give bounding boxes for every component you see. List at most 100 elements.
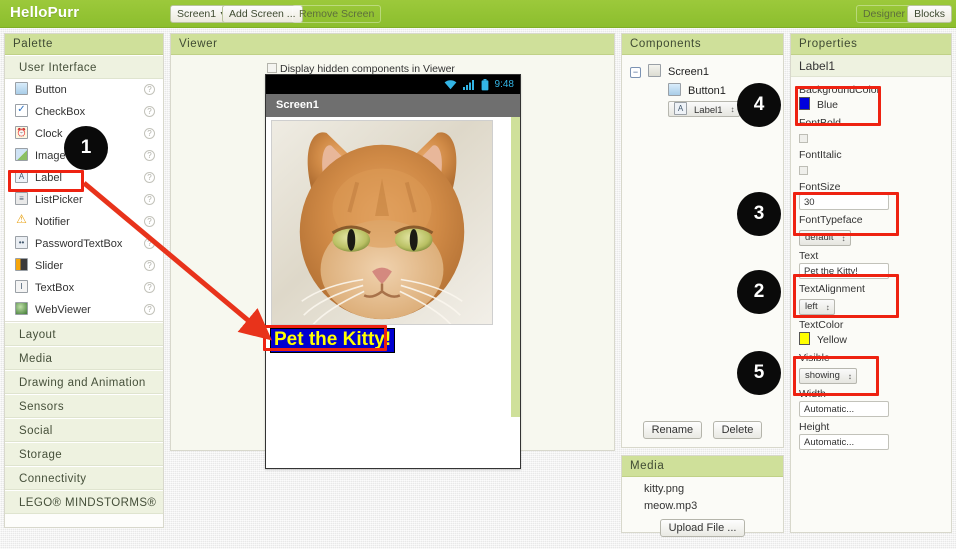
top-toolbar: HelloPurr Screen1▼ Add Screen ... Remove…	[0, 0, 956, 28]
component-tree-item-button1[interactable]: Button1	[622, 82, 783, 101]
phone-form-filler	[511, 117, 520, 417]
palette-category-sensors[interactable]: Sensors	[5, 394, 163, 418]
color-swatch-icon	[799, 97, 810, 110]
palette-item-checkbox[interactable]: ✓ CheckBox?	[5, 101, 163, 123]
help-icon[interactable]: ?	[144, 282, 155, 293]
phone-preview: 9:48 Screen1 Pet the Kitty!	[265, 74, 521, 469]
property-checkbox[interactable]	[799, 166, 808, 175]
palette-category-drawing-and-animation[interactable]: Drawing and Animation	[5, 370, 163, 394]
delete-button[interactable]: Delete	[712, 421, 763, 439]
palette-item-slider[interactable]: Slider?	[5, 255, 163, 277]
property-text-input[interactable]: Automatic...	[799, 434, 889, 450]
help-icon[interactable]: ?	[144, 172, 155, 183]
component-tree-item-body: Screen1	[648, 64, 709, 78]
project-title: HelloPurr	[10, 4, 80, 21]
property-label: FontTypeface	[799, 214, 863, 226]
add-screen-button[interactable]: Add Screen ...	[222, 5, 303, 23]
component-tree-item-label: Screen1	[668, 66, 709, 78]
palette-item-notifier[interactable]: ⚠ Notifier?	[5, 211, 163, 233]
properties-panel: Properties Label1 BackgroundColor Blue Fon…	[790, 33, 952, 533]
password-icon: ••	[15, 236, 28, 249]
property-label: FontBold	[799, 117, 842, 129]
kitty-image[interactable]	[271, 120, 493, 325]
component-tree-item-label: Label1	[694, 105, 723, 116]
property-label: FontSize	[799, 181, 841, 193]
display-hidden-components-checkbox[interactable]	[267, 63, 277, 73]
blocks-tab[interactable]: Blocks	[907, 5, 952, 23]
cat-photo	[272, 121, 492, 324]
help-icon[interactable]: ?	[144, 304, 155, 315]
property-checkbox-row	[799, 162, 951, 177]
help-icon[interactable]: ?	[144, 238, 155, 249]
property-checkbox[interactable]	[799, 134, 808, 143]
property-visible: Visible showing	[791, 348, 951, 384]
component-tree-item-body: Button1	[668, 83, 726, 97]
property-textalignment: TextAlignment left	[791, 279, 951, 315]
palette-item-label: Clock	[35, 128, 63, 140]
palette-item-textbox[interactable]: I TextBox?	[5, 277, 163, 299]
palette-category-connectivity[interactable]: Connectivity	[5, 466, 163, 490]
help-icon[interactable]: ?	[144, 216, 155, 227]
palette-item-label: WebViewer	[35, 304, 91, 316]
component-tree-item-label1[interactable]: A Label1	[622, 101, 783, 120]
help-icon[interactable]: ?	[144, 260, 155, 271]
phone-status-bar: 9:48	[266, 75, 520, 94]
property-select[interactable]: left	[799, 299, 835, 315]
palette-item-label[interactable]: A Label?	[5, 167, 163, 189]
properties-title: Properties	[791, 34, 951, 55]
webviewer-icon	[15, 302, 28, 315]
palette-category-media[interactable]: Media	[5, 346, 163, 370]
palette-category-social[interactable]: Social	[5, 418, 163, 442]
selected-component-name: Label1	[791, 55, 951, 77]
palette-item-webviewer[interactable]: WebViewer?	[5, 299, 163, 321]
palette-item-listpicker[interactable]: ≡ ListPicker?	[5, 189, 163, 211]
battery-icon	[481, 78, 489, 90]
palette-item-label: Label	[35, 172, 62, 184]
tree-collapse-icon[interactable]: −	[630, 67, 641, 78]
palette-item-label: Slider	[35, 260, 64, 272]
component-tree-item-screen1[interactable]: − Screen1	[622, 63, 783, 82]
palette-item-image[interactable]: Image?	[5, 145, 163, 167]
components-tree: − Screen1 Button1 A Label1	[622, 55, 783, 120]
palette-category-layout[interactable]: Layout	[5, 322, 163, 346]
screen-selector-label: Screen1	[177, 8, 217, 20]
rename-button[interactable]: Rename	[642, 421, 703, 439]
property-checkbox-row	[799, 130, 951, 145]
media-file-item[interactable]: kitty.png	[622, 481, 783, 498]
property-color-value[interactable]: Yellow	[799, 332, 951, 348]
help-icon[interactable]: ?	[144, 128, 155, 139]
property-text-input[interactable]: Automatic...	[799, 401, 889, 417]
remove-screen-button[interactable]: Remove Screen	[292, 5, 382, 23]
palette-item-button[interactable]: Button?	[5, 79, 163, 101]
property-fontitalic: FontItalic	[791, 145, 951, 177]
upload-file-button[interactable]: Upload File ...	[659, 519, 746, 537]
viewer-panel: Viewer Display hidden components in View…	[170, 33, 615, 469]
palette-item-clock[interactable]: ⏰ Clock?	[5, 123, 163, 145]
label-icon: A	[15, 170, 28, 183]
palette-category-lego-mindstorms[interactable]: LEGO® MINDSTORMS®	[5, 490, 163, 514]
palette-item-label: TextBox	[35, 282, 75, 294]
media-file-item[interactable]: meow.mp3	[622, 498, 783, 515]
property-select[interactable]: default	[799, 230, 851, 246]
label1-preview[interactable]: Pet the Kitty!	[270, 328, 396, 353]
designer-tab[interactable]: Designer	[855, 5, 912, 23]
property-label: TextColor	[799, 319, 844, 331]
property-width: Width Automatic...	[791, 384, 951, 417]
palette-item-label: ListPicker	[35, 194, 83, 206]
palette-category-storage[interactable]: Storage	[5, 442, 163, 466]
property-text-input[interactable]: Pet the Kitty!	[799, 263, 889, 279]
help-icon[interactable]: ?	[144, 84, 155, 95]
phone-screen-title: Screen1	[266, 94, 520, 117]
status-bar-icons: 9:48	[441, 75, 514, 94]
property-text-input[interactable]: 30	[799, 194, 889, 210]
help-icon[interactable]: ?	[144, 150, 155, 161]
help-icon[interactable]: ?	[144, 194, 155, 205]
help-icon[interactable]: ?	[144, 106, 155, 117]
components-title: Components	[622, 34, 783, 55]
palette-item-passwordtextbox[interactable]: •• PasswordTextBox?	[5, 233, 163, 255]
property-list: BackgroundColor Blue FontBold FontItalic Fon…	[791, 77, 951, 450]
property-fontsize: FontSize 30	[791, 177, 951, 210]
palette-category-user-interface[interactable]: User Interface	[5, 55, 163, 79]
property-select[interactable]: showing	[799, 368, 857, 384]
property-color-value[interactable]: Blue	[799, 97, 951, 113]
